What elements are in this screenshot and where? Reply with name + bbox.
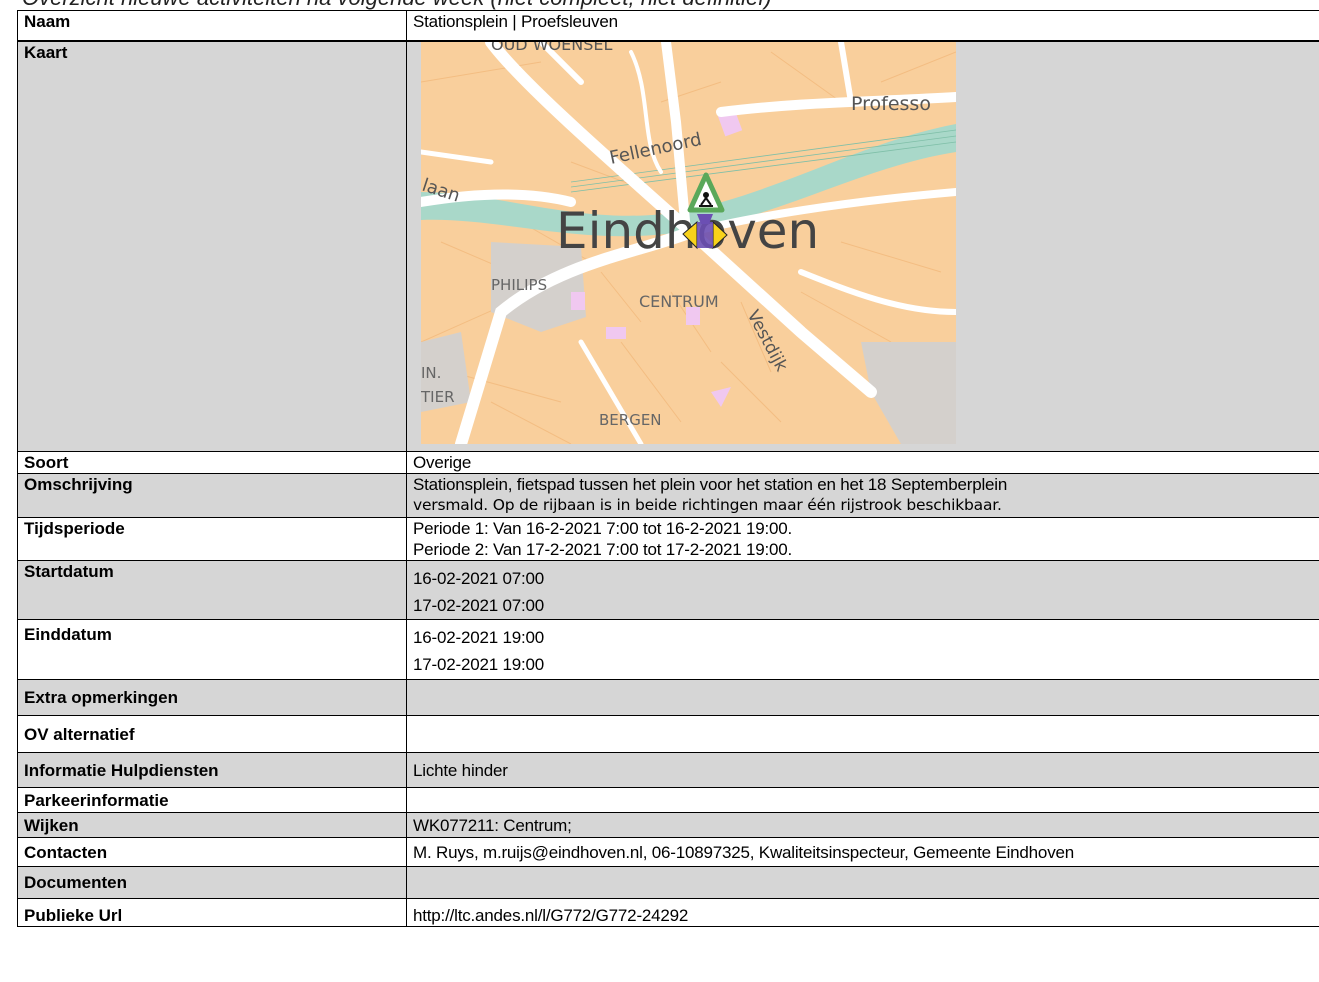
map[interactable]: OUD WOENSEL Professo Fellenoord laan Ein… <box>421 41 956 444</box>
value-omschrijving: Stationsplein, fietspad tussen het plein… <box>406 473 1319 518</box>
value-naam: Stationsplein | Proefsleuven <box>406 10 1319 42</box>
row-omschrijving: Omschrijving Stationsplein, fietspad tus… <box>17 473 1319 518</box>
map-label-professor: Professo <box>851 93 931 115</box>
label-extra-opmerkingen: Extra opmerkingen <box>17 679 407 716</box>
map-label-tier: TIER <box>421 388 455 406</box>
label-tijdsperiode: Tijdsperiode <box>17 517 407 561</box>
row-einddatum: Einddatum 16-02-2021 19:00 17-02-2021 19… <box>17 619 1319 680</box>
value-publieke-url[interactable]: http://ltc.andes.nl/l/G772/G772-24292 <box>406 898 1319 927</box>
label-soort: Soort <box>17 451 407 474</box>
value-extra-opmerkingen <box>406 679 1319 716</box>
label-wijken: Wijken <box>17 812 407 838</box>
value-tijdsperiode: Periode 1: Van 16-2-2021 7:00 tot 16-2-2… <box>406 517 1319 561</box>
row-ov-alternatief: OV alternatief <box>17 715 1319 753</box>
value-wijken: WK077211: Centrum; <box>406 812 1319 838</box>
map-label-bergen: BERGEN <box>599 411 662 429</box>
value-informatie-hulpdiensten: Lichte hinder <box>406 752 1319 788</box>
public-url-link[interactable]: http://ltc.andes.nl/l/G772/G772-24292 <box>413 906 688 925</box>
row-contacten: Contacten M. Ruys, m.ruijs@eindhoven.nl,… <box>17 837 1319 867</box>
row-informatie-hulpdiensten: Informatie Hulpdiensten Lichte hinder <box>17 752 1319 788</box>
omschrijving-line-1: Stationsplein, fietspad tussen het plein… <box>413 475 1008 494</box>
row-startdatum: Startdatum 16-02-2021 07:00 17-02-2021 0… <box>17 560 1319 620</box>
label-einddatum: Einddatum <box>17 619 407 680</box>
startdatum-line-2: 17-02-2021 07:00 <box>413 596 545 615</box>
label-kaart: Kaart <box>17 40 407 452</box>
map-label-oud-woensel: OUD WOENSEL <box>491 42 612 54</box>
map-label-centrum: CENTRUM <box>639 292 719 311</box>
row-parkeerinformatie: Parkeerinformatie <box>17 787 1319 813</box>
omschrijving-line-2: versmald. Op de rijbaan is in beide rich… <box>413 496 1002 514</box>
row-tijdsperiode: Tijdsperiode Periode 1: Van 16-2-2021 7:… <box>17 517 1319 561</box>
value-soort: Overige <box>406 451 1319 474</box>
row-wijken: Wijken WK077211: Centrum; <box>17 812 1319 838</box>
row-kaart: Kaart OUD WOENSEL Professo Fellenoord la… <box>17 40 1319 452</box>
map-label-philips: PHILIPS <box>491 276 547 294</box>
label-contacten: Contacten <box>17 837 407 867</box>
value-ov-alternatief <box>406 715 1319 753</box>
value-contacten: M. Ruys, m.ruijs@eindhoven.nl, 06-108973… <box>406 837 1319 867</box>
row-documenten: Documenten <box>17 866 1319 899</box>
row-soort: Soort Overige <box>17 451 1319 474</box>
value-parkeerinformatie <box>406 787 1319 813</box>
row-naam: Naam Stationsplein | Proefsleuven <box>17 10 1319 42</box>
label-ov-alternatief: OV alternatief <box>17 715 407 753</box>
startdatum-line-1: 16-02-2021 07:00 <box>413 569 545 588</box>
map-cell: OUD WOENSEL Professo Fellenoord laan Ein… <box>406 40 1319 452</box>
label-naam: Naam <box>17 10 407 42</box>
label-startdatum: Startdatum <box>17 560 407 620</box>
page-heading: Overzicht nieuwe activiteiten na volgend… <box>22 0 772 10</box>
value-einddatum: 16-02-2021 19:00 17-02-2021 19:00 <box>406 619 1319 680</box>
label-omschrijving: Omschrijving <box>17 473 407 518</box>
value-documenten <box>406 866 1319 899</box>
row-extra-opmerkingen: Extra opmerkingen <box>17 679 1319 716</box>
tijdsperiode-line-1: Periode 1: Van 16-2-2021 7:00 tot 16-2-2… <box>413 519 793 538</box>
einddatum-line-1: 16-02-2021 19:00 <box>413 628 545 647</box>
value-startdatum: 16-02-2021 07:00 17-02-2021 07:00 <box>406 560 1319 620</box>
einddatum-line-2: 17-02-2021 19:00 <box>413 655 545 674</box>
label-documenten: Documenten <box>17 866 407 899</box>
activity-table: Naam Stationsplein | Proefsleuven Kaart <box>17 10 1319 927</box>
map-canvas: OUD WOENSEL Professo Fellenoord laan Ein… <box>421 41 956 444</box>
row-publieke-url: Publieke Url http://ltc.andes.nl/l/G772/… <box>17 898 1319 927</box>
label-informatie-hulpdiensten: Informatie Hulpdiensten <box>17 752 407 788</box>
tijdsperiode-line-2: Periode 2: Van 17-2-2021 7:00 tot 17-2-2… <box>413 540 793 559</box>
map-label-in: IN. <box>421 364 441 382</box>
label-publieke-url: Publieke Url <box>17 898 407 927</box>
label-parkeerinformatie: Parkeerinformatie <box>17 787 407 813</box>
